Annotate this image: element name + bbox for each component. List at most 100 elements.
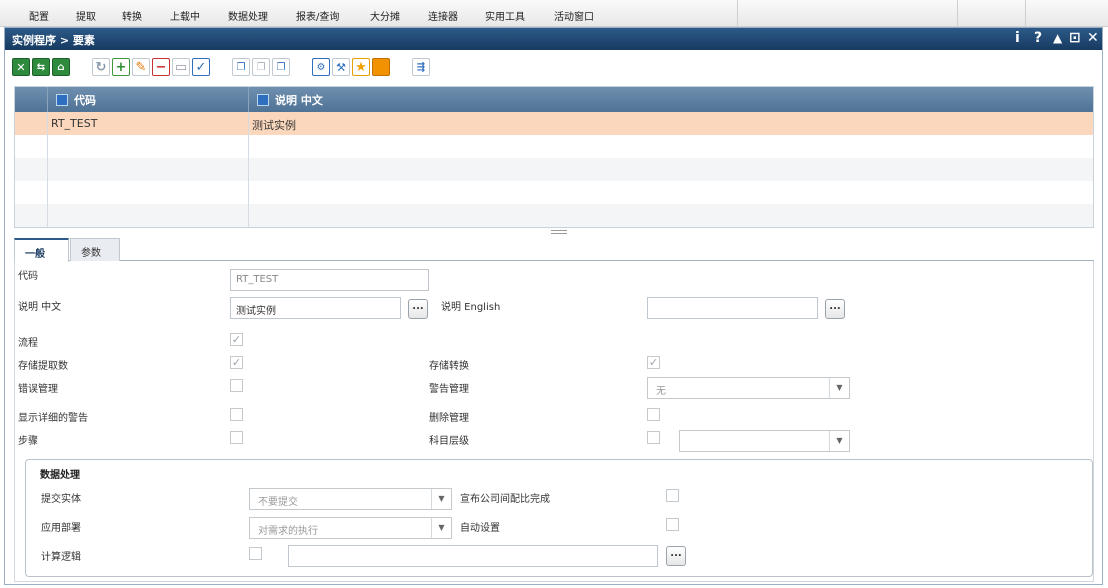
calc-logic-field[interactable]: [288, 545, 658, 567]
close-icon[interactable]: ✕: [1087, 30, 1099, 46]
auto-setup-label: 自动设置: [460, 523, 500, 534]
process-checkbox[interactable]: ✓: [230, 333, 243, 346]
table-row[interactable]: RT_TEST 测试实例: [15, 112, 1093, 135]
tab-bar: 一般 参数: [14, 238, 1094, 262]
filter-icon[interactable]: [56, 93, 68, 106]
menu-data-processing[interactable]: 数据处理: [228, 8, 268, 23]
account-level-label: 科目层级: [429, 436, 469, 447]
orange-square-icon[interactable]: [372, 58, 390, 76]
desc-cn-more-button[interactable]: ...: [408, 299, 428, 319]
add-icon[interactable]: +: [112, 58, 130, 76]
chevron-down-icon[interactable]: ▼: [431, 518, 451, 538]
help-icon[interactable]: ?: [1034, 30, 1042, 46]
store-transform-checkbox[interactable]: ✓: [647, 356, 660, 369]
error-mgmt-label: 错误管理: [18, 384, 58, 395]
menubar-divider: [957, 0, 958, 27]
submit-entity-select[interactable]: 不要提交 ▼: [249, 488, 452, 510]
warning-mgmt-value: 无: [656, 386, 666, 397]
duplicate-icon[interactable]: ❐: [272, 58, 290, 76]
refresh-icon[interactable]: ↻: [92, 58, 110, 76]
maximize-icon[interactable]: ⊡: [1069, 30, 1081, 46]
desc-cn-label: 说明 中文: [18, 302, 62, 313]
error-mgmt-checkbox[interactable]: [230, 379, 243, 392]
grid-divider: [47, 112, 48, 227]
menu-utilities[interactable]: 实用工具: [485, 8, 525, 23]
table-row[interactable]: [15, 204, 1093, 227]
account-level-select[interactable]: ▼: [679, 430, 850, 452]
code-field[interactable]: RT_TEST: [230, 269, 429, 291]
save-icon[interactable]: ▭: [172, 58, 190, 76]
menu-transform[interactable]: 转换: [122, 8, 142, 23]
column-header-code[interactable]: 代码: [47, 87, 248, 112]
show-warning-label: 显示详细的警告: [18, 413, 88, 424]
info-icon[interactable]: i: [1015, 30, 1020, 46]
splitter-handle[interactable]: [551, 230, 567, 234]
apply-deploy-value: 对需求的执行: [258, 526, 318, 537]
edit-icon[interactable]: ✎: [132, 58, 150, 76]
desc-en-label: 说明 English: [441, 302, 501, 313]
desc-cn-field[interactable]: 测试实例: [230, 297, 401, 319]
store-transform-label: 存储转换: [429, 361, 469, 372]
calc-logic-more-button[interactable]: ...: [666, 546, 686, 566]
delete-icon[interactable]: −: [152, 58, 170, 76]
menu-connector[interactable]: 连接器: [428, 8, 458, 23]
row-code: RT_TEST: [51, 117, 98, 130]
store-extract-label: 存储提取数: [18, 361, 68, 372]
delete-mgmt-label: 删除管理: [429, 413, 469, 424]
export-list-icon[interactable]: ⇶: [412, 58, 430, 76]
apply-deploy-label: 应用部署: [41, 523, 81, 534]
filter-icon[interactable]: [257, 93, 269, 106]
account-level-checkbox[interactable]: [647, 431, 660, 444]
table-row[interactable]: [15, 135, 1093, 158]
auto-setup-checkbox[interactable]: [666, 518, 679, 531]
store-extract-checkbox[interactable]: ✓: [230, 356, 243, 369]
menu-extract[interactable]: 提取: [76, 8, 96, 23]
validate-icon[interactable]: ✓: [192, 58, 210, 76]
data-processing-section: 数据处理 提交实体 不要提交 ▼ 宣布公司间配比完成 应用部署 对需求的执行 ▼…: [25, 459, 1093, 577]
tab-parameters[interactable]: 参数: [70, 238, 120, 261]
warning-mgmt-select[interactable]: 无 ▼: [647, 377, 850, 399]
publish-label: 宣布公司间配比完成: [460, 494, 550, 505]
paste-icon[interactable]: ❐: [252, 58, 270, 76]
toolbar: ✕ ⇆ ⌂ ↻ + ✎ − ▭ ✓ ❐ ❐ ❐ ⚙ ⚒ ★ ⇶: [5, 50, 1102, 85]
steps-label: 步骤: [18, 436, 38, 447]
top-menubar: 配置 提取 转换 上载中 数据处理 报表/查询 大分摊 连接器 实用工具 活动窗…: [0, 0, 1108, 27]
menu-active-window[interactable]: 活动窗口: [554, 8, 594, 23]
elements-grid: 代码 说明 中文 RT_TEST 测试实例: [14, 86, 1094, 228]
menubar-divider: [1025, 0, 1026, 27]
tab-general[interactable]: 一般: [14, 238, 69, 262]
grid-header: 代码 说明 中文: [15, 87, 1093, 112]
publish-checkbox[interactable]: [666, 489, 679, 502]
copy-icon[interactable]: ❐: [232, 58, 250, 76]
favorite-star-icon[interactable]: ★: [352, 58, 370, 76]
apply-deploy-select[interactable]: 对需求的执行 ▼: [249, 517, 452, 539]
calc-logic-checkbox[interactable]: [249, 547, 262, 560]
collapse-icon[interactable]: ▲: [1053, 31, 1062, 45]
column-header-description[interactable]: 说明 中文: [248, 87, 1093, 112]
wrench-icon[interactable]: ⚒: [332, 58, 350, 76]
chevron-down-icon[interactable]: ▼: [829, 431, 849, 451]
chevron-down-icon[interactable]: ▼: [829, 378, 849, 398]
chevron-down-icon[interactable]: ▼: [431, 489, 451, 509]
table-row[interactable]: [15, 158, 1093, 181]
desc-en-more-button[interactable]: ...: [825, 299, 845, 319]
window-title: 实例程序 > 要素: [12, 34, 95, 47]
delete-mgmt-checkbox[interactable]: [647, 408, 660, 421]
process-label: 流程: [18, 338, 38, 349]
menubar-divider: [737, 0, 738, 27]
steps-checkbox[interactable]: [230, 431, 243, 444]
show-warning-checkbox[interactable]: [230, 408, 243, 421]
settings-icon[interactable]: ⚙: [312, 58, 330, 76]
excel-export-icon[interactable]: ✕: [12, 58, 30, 76]
window-titlebar: 实例程序 > 要素 i ? ▲ ⊡ ✕: [5, 28, 1102, 50]
menu-allocation[interactable]: 大分摊: [370, 8, 400, 23]
table-row[interactable]: [15, 181, 1093, 204]
desc-en-field[interactable]: [647, 297, 818, 319]
excel-import-icon[interactable]: ⇆: [32, 58, 50, 76]
menu-config[interactable]: 配置: [29, 8, 49, 23]
menu-reports[interactable]: 报表/查询: [296, 8, 339, 23]
submit-entity-value: 不要提交: [258, 497, 298, 508]
home-icon[interactable]: ⌂: [52, 58, 70, 76]
menu-upload[interactable]: 上载中: [170, 8, 200, 23]
general-form: 代码 RT_TEST 说明 中文 测试实例 ... 说明 English ...…: [14, 261, 1094, 582]
